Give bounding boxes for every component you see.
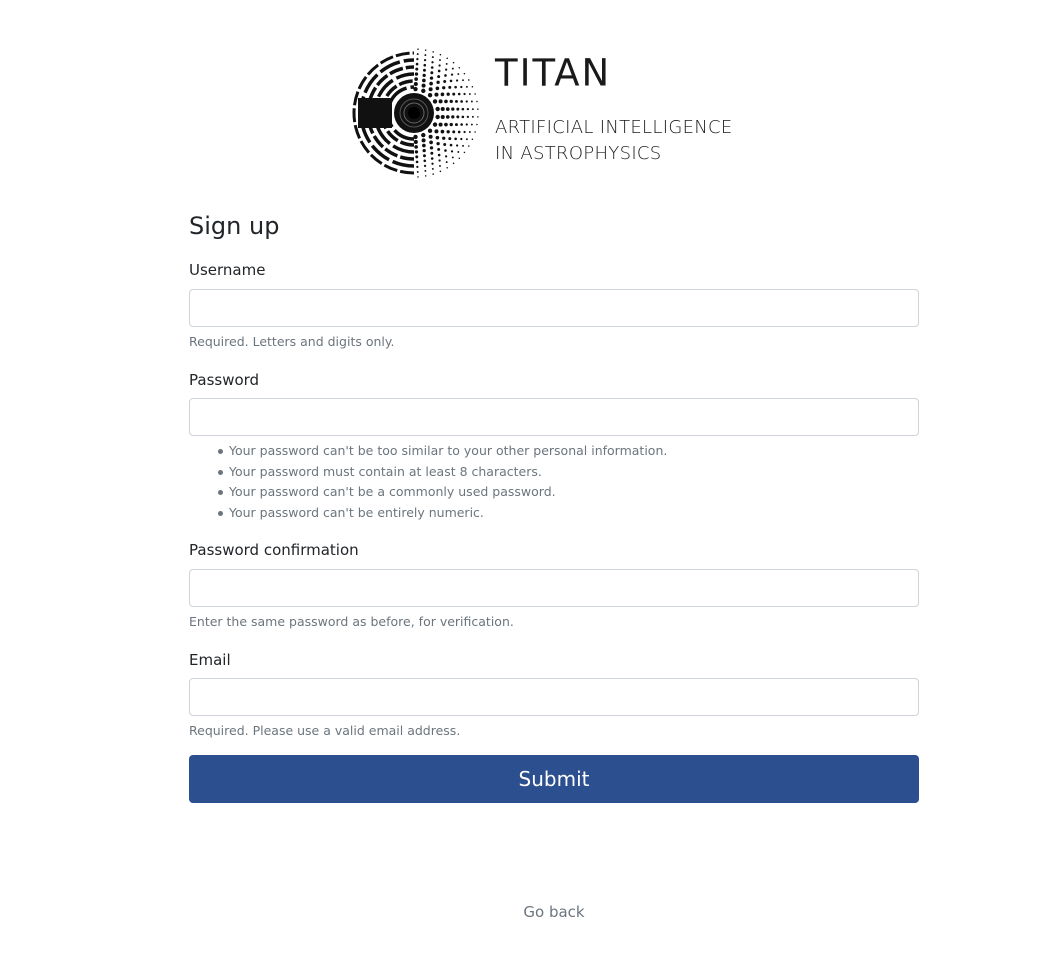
email-input[interactable]: [189, 678, 919, 716]
submit-button[interactable]: Submit: [189, 755, 919, 803]
password-rule: Your password must contain at least 8 ch…: [217, 462, 667, 483]
username-label: Username: [189, 261, 266, 279]
logo-title: TITAN: [495, 50, 612, 95]
password-rule: Your password can't be a commonly used p…: [217, 482, 667, 503]
password-label: Password: [189, 371, 260, 389]
titan-logo-mark-icon: [352, 48, 479, 178]
password-rules-list: Your password can't be too similar to yo…: [189, 441, 667, 523]
password-rule: Your password can't be entirely numeric.: [217, 503, 667, 524]
email-label: Email: [189, 651, 231, 669]
username-input[interactable]: [189, 289, 919, 327]
password-confirmation-help-text: Enter the same password as before, for v…: [189, 614, 514, 629]
page-title: Sign up: [189, 212, 280, 240]
password-input[interactable]: [189, 398, 919, 436]
password-confirmation-label: Password confirmation: [189, 541, 359, 559]
go-back-link[interactable]: Go back: [0, 903, 1058, 921]
logo-subtitle-line2: IN ASTROPHYSICS: [495, 143, 662, 164]
username-help-text: Required. Letters and digits only.: [189, 334, 395, 349]
titan-logo: TITAN ARTIFICIAL INTELLIGENCE IN ASTROPH…: [352, 48, 752, 178]
logo-subtitle-line1: ARTIFICIAL INTELLIGENCE: [495, 117, 733, 138]
password-confirmation-input[interactable]: [189, 569, 919, 607]
password-rule: Your password can't be too similar to yo…: [217, 441, 667, 462]
email-help-text: Required. Please use a valid email addre…: [189, 723, 461, 738]
